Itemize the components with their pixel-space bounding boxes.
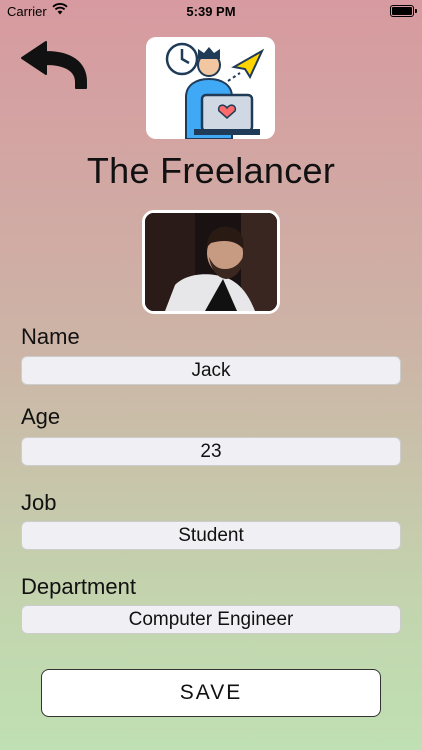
- back-arrow-icon: [21, 41, 87, 89]
- freelancer-logo-icon: [146, 37, 275, 139]
- status-bar: Carrier 5:39 PM: [0, 0, 422, 22]
- job-label: Job: [21, 490, 57, 515]
- save-button[interactable]: SAVE: [41, 669, 381, 717]
- name-label: Name: [21, 324, 80, 349]
- back-button[interactable]: [18, 38, 92, 94]
- age-field[interactable]: [21, 437, 401, 466]
- age-label: Age: [21, 404, 61, 429]
- avatar: [142, 210, 280, 314]
- department-field[interactable]: [21, 605, 401, 634]
- department-label: Department: [21, 574, 136, 599]
- battery-icon: [390, 5, 417, 17]
- status-time: 5:39 PM: [186, 4, 236, 19]
- job-field[interactable]: [21, 521, 401, 550]
- name-field[interactable]: [21, 356, 401, 385]
- page-title: The Freelancer: [86, 150, 336, 191]
